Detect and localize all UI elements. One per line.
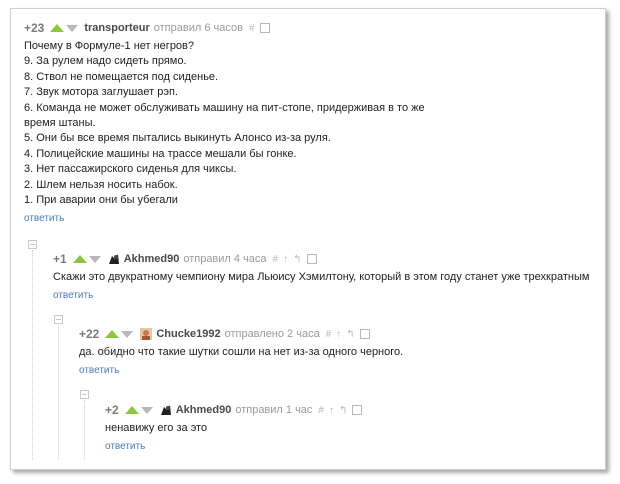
reply-arrow-icon[interactable]: ↰ xyxy=(339,405,347,416)
comment-text: ненавижу его за это xyxy=(105,422,208,434)
reply-arrow-icon[interactable]: ↰ xyxy=(346,329,354,340)
downvote-icon[interactable] xyxy=(88,255,101,263)
comment-akhmed90-reply: +2 Akhmed90 отправил 1 час # ↑ ↰ ненавиж… xyxy=(105,401,363,452)
comment-meta: +23 transporteur отправил 6 часов # xyxy=(24,19,425,37)
collapse-icon[interactable] xyxy=(54,315,63,324)
upvote-icon[interactable] xyxy=(72,255,87,263)
parent-arrow-icon[interactable]: ↑ xyxy=(336,329,341,340)
reply-link[interactable]: ответить xyxy=(105,441,362,452)
username[interactable]: transporteur xyxy=(84,22,149,34)
timestamp: отправил 4 часа xyxy=(183,253,267,265)
reply-link[interactable]: ответить xyxy=(79,365,403,376)
link-icon[interactable]: # xyxy=(318,405,324,416)
downvote-icon[interactable] xyxy=(66,24,79,32)
username[interactable]: Chucke1992 xyxy=(156,328,220,340)
parent-arrow-icon[interactable]: ↑ xyxy=(283,254,288,265)
link-icon[interactable]: # xyxy=(249,23,255,34)
avatar[interactable] xyxy=(107,252,121,266)
timestamp: отправил 6 часов xyxy=(153,22,243,34)
comment-text: Почему в Формуле-1 нет негров? 9. За рул… xyxy=(24,40,425,207)
save-icon[interactable] xyxy=(259,23,270,33)
downvote-icon[interactable] xyxy=(121,330,134,338)
save-icon[interactable] xyxy=(359,329,370,339)
upvote-icon[interactable] xyxy=(124,406,139,414)
reply-link[interactable]: ответить xyxy=(53,290,589,301)
upvote-icon[interactable] xyxy=(50,24,65,32)
save-icon[interactable] xyxy=(306,254,317,264)
timestamp: отправил 1 час xyxy=(235,404,313,416)
save-icon[interactable] xyxy=(352,405,363,415)
comment-transporteur: +23 transporteur отправил 6 часов # Поче… xyxy=(24,19,425,224)
rating: +23 xyxy=(24,21,45,35)
link-icon[interactable]: # xyxy=(273,254,279,265)
collapse-icon[interactable] xyxy=(28,240,37,249)
avatar[interactable] xyxy=(139,327,153,341)
collapse-icon[interactable] xyxy=(80,390,89,399)
link-icon[interactable]: # xyxy=(326,329,332,340)
upvote-icon[interactable] xyxy=(105,330,120,338)
username[interactable]: Akhmed90 xyxy=(176,404,232,416)
reply-link[interactable]: ответить xyxy=(24,213,425,224)
avatar[interactable] xyxy=(159,403,173,417)
rating: +2 xyxy=(105,403,119,417)
parent-arrow-icon[interactable]: ↑ xyxy=(329,405,334,416)
rating: +22 xyxy=(79,327,100,341)
comment-chucke1992: +22 Chucke1992 отправлено 2 часа # ↑ ↰ д… xyxy=(79,325,403,376)
comment-text: Скажи это двукратному чемпиону мира Льюи… xyxy=(53,271,590,283)
rating: +1 xyxy=(53,252,67,266)
timestamp: отправлено 2 часа xyxy=(224,328,320,340)
comment-text: да. обидно что такие шутки сошли на нет … xyxy=(79,346,404,358)
username[interactable]: Akhmed90 xyxy=(124,253,180,265)
downvote-icon[interactable] xyxy=(140,406,153,414)
comment-akhmed90: +1 Akhmed90 отправил 4 часа # ↑ ↰ Скажи … xyxy=(53,250,589,301)
comments-panel: +23 transporteur отправил 6 часов # Поче… xyxy=(10,8,606,470)
reply-arrow-icon[interactable]: ↰ xyxy=(293,254,301,265)
